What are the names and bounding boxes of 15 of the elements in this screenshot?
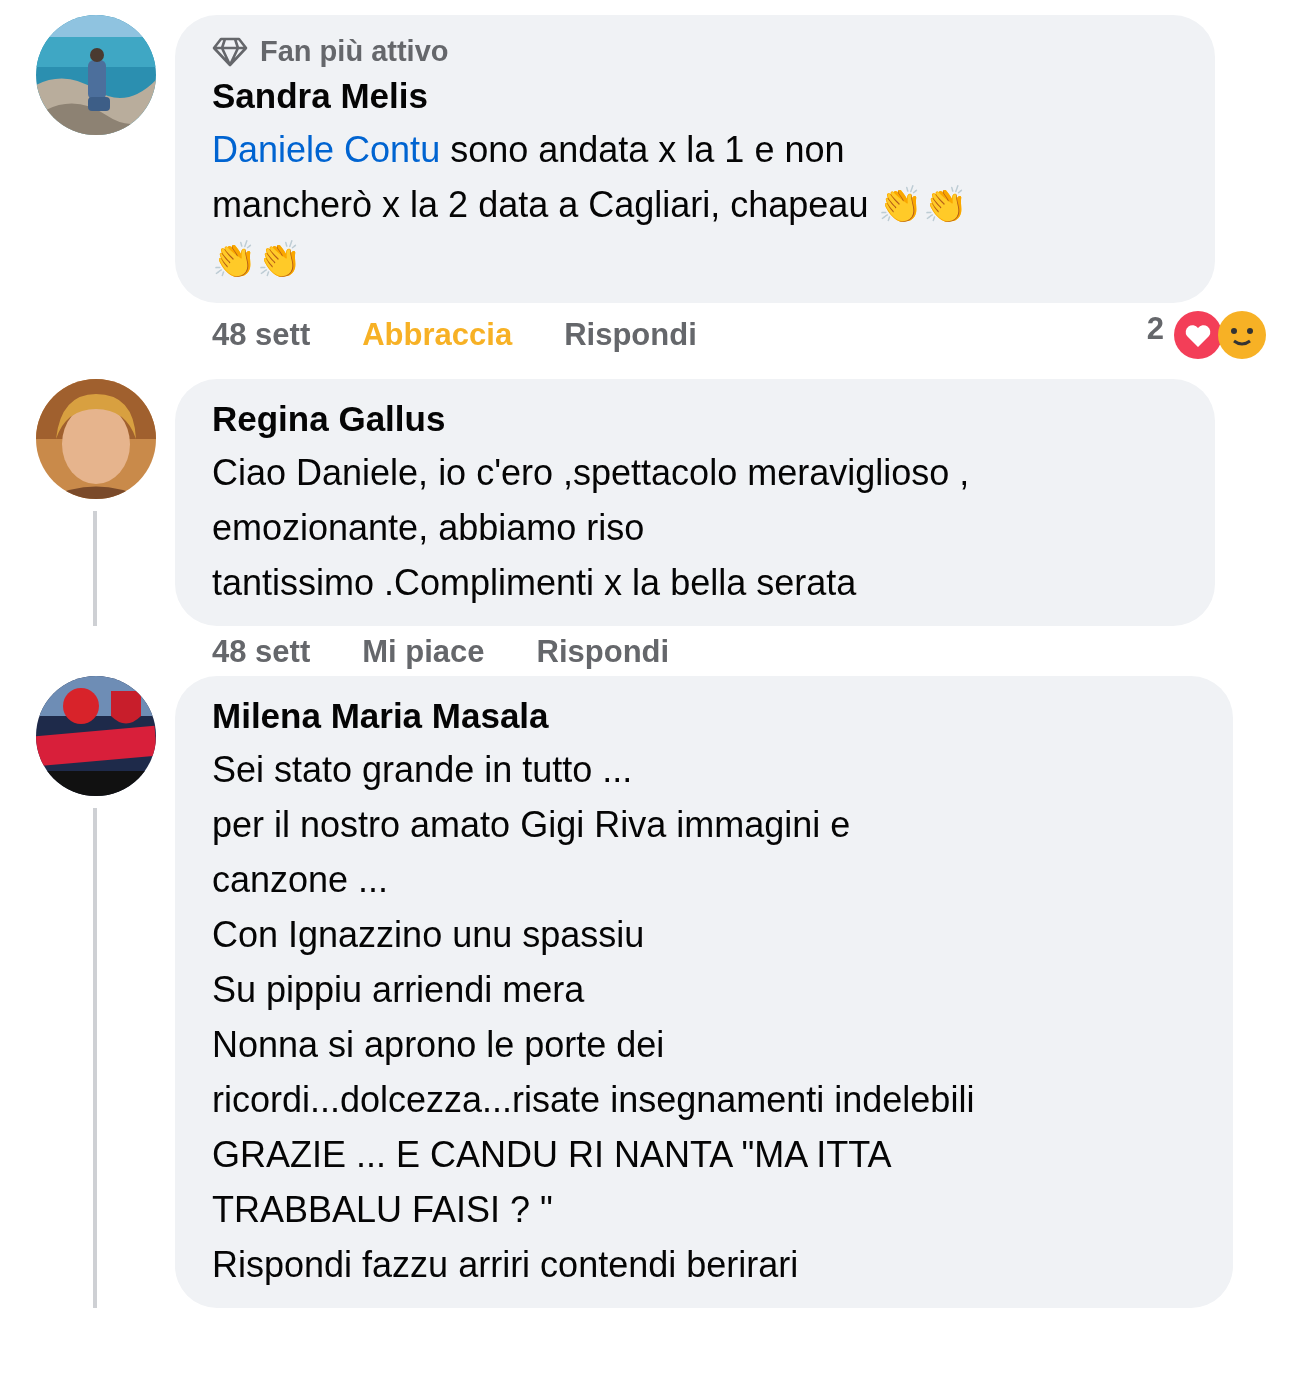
diamond-icon bbox=[212, 36, 248, 67]
comment-text: Daniele Contu sono andata x la 1 e non mancherò x la 2 data a Cagliari, chapeau 👏👏 👏👏 bbox=[212, 128, 970, 282]
author-name[interactable]: Regina Gallus bbox=[212, 399, 1177, 439]
reaction-count: 2 bbox=[1146, 310, 1164, 347]
comment-text: Sei stato grande in tutto ... per il nostro amato Gigi Riva immagini e canzone ... Con Ignazzino unu spassiu Su pippiu arriendi mera Nonna si aprono le porte dei ricordi...dolcezza...risate insegnamenti indelebili GRAZIE ... E CANDU RI NANTA "MA ITTA TRABBALU FAISI ? " Rispondi fazzu arriri contendi berirari bbox=[212, 748, 976, 1287]
mention-link[interactable]: Daniele Contu bbox=[212, 129, 441, 170]
comment-time: 48 sett bbox=[212, 633, 311, 670]
comment-time: 48 sett bbox=[212, 316, 311, 353]
author-name[interactable]: Milena Maria Masala bbox=[212, 696, 1195, 736]
author-name[interactable]: Sandra Melis bbox=[212, 76, 1177, 116]
reply-button[interactable]: Rispondi bbox=[564, 315, 697, 353]
reaction-button[interactable]: Mi piace bbox=[362, 632, 485, 670]
reply-button[interactable]: Rispondi bbox=[536, 632, 670, 670]
fan-label: Fan più attivo bbox=[260, 35, 449, 68]
comment-text: Ciao Daniele, io c'ero ,spettacolo meraviglioso , emozionante, abbiamo riso tantissimo .Complimenti x la bella serata bbox=[212, 451, 971, 605]
